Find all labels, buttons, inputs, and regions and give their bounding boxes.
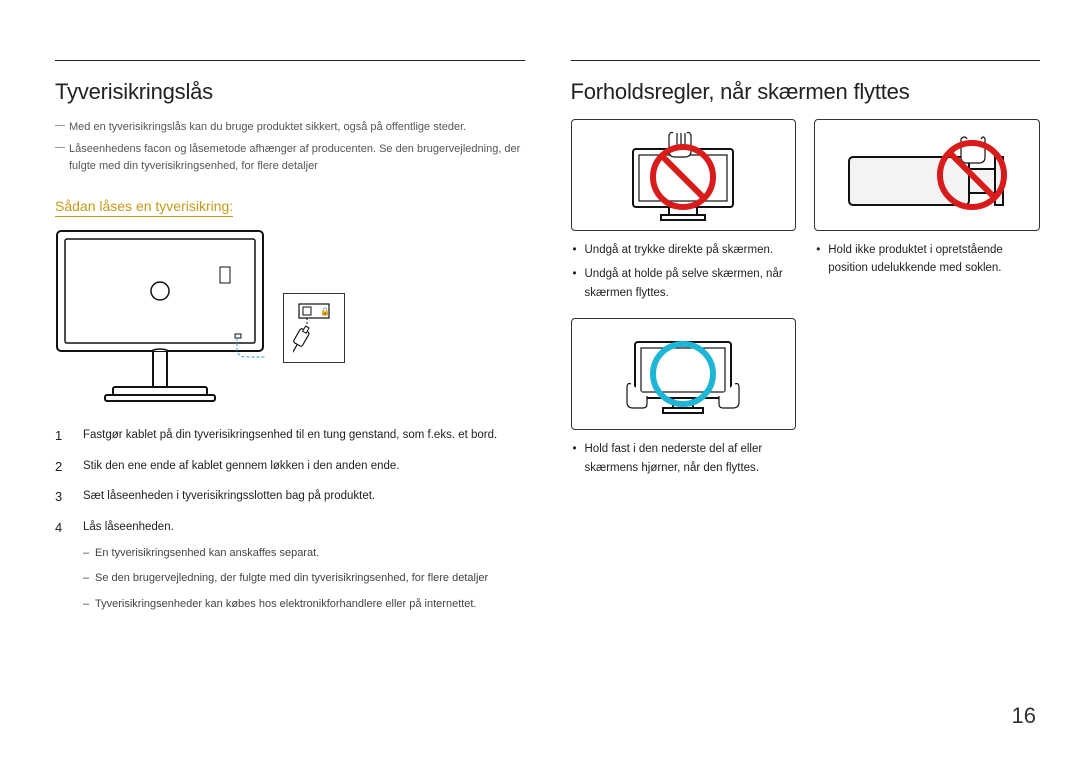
step-item: 3 Sæt låseenheden i tyverisikringsslotte… (55, 487, 525, 508)
precaution-row-1: Undgå at trykke direkte på skærmen. Undg… (571, 119, 1041, 308)
step-text: Sæt låseenheden i tyverisikringsslotten … (83, 487, 375, 508)
left-heading: Tyverisikringslås (55, 79, 525, 105)
step-number: 1 (55, 426, 67, 447)
steps-list: 1 Fastgør kablet på din tyverisikringsen… (55, 426, 525, 622)
sub-step: Se den brugervejledning, der fulgte med … (83, 570, 488, 588)
left-column: Tyverisikringslås Med en tyverisikringsl… (55, 60, 525, 631)
right-column: Forholdsregler, når skærmen flyttes (571, 60, 1041, 631)
two-column-layout: Tyverisikringslås Med en tyverisikringsl… (55, 60, 1040, 631)
step-number: 2 (55, 457, 67, 478)
bullet-list: Undgå at trykke direkte på skærmen. Undg… (571, 241, 797, 302)
step-item: 4 Lås låseenheden. En tyverisikringsenhe… (55, 518, 525, 621)
precaution-block: Undgå at trykke direkte på skærmen. Undg… (571, 119, 797, 308)
sub-steps-list: En tyverisikringsenhed kan anskaffes sep… (83, 545, 488, 614)
precaution-row-2: Hold fast i den nederste del af eller sk… (571, 318, 1041, 483)
bullet-item: Hold fast i den nederste del af eller sk… (571, 440, 797, 477)
step-number: 3 (55, 487, 67, 508)
step-text: Stik den ene ende af kablet gennem løkke… (83, 457, 399, 478)
intro-list: Med en tyverisikringslås kan du bruge pr… (55, 119, 525, 176)
lock-diagram-row: 🔒 (55, 229, 525, 404)
horizontal-rule (55, 60, 525, 61)
bullet-item: Hold ikke produktet i opretstående posit… (814, 241, 1040, 278)
hold-bottom-illustration (571, 318, 797, 430)
precaution-block-empty (814, 318, 1040, 483)
dont-press-screen-illustration (571, 119, 797, 231)
step-item: 1 Fastgør kablet på din tyverisikringsen… (55, 426, 525, 447)
monitor-rear-illustration (55, 229, 265, 404)
sub-step: En tyverisikringsenhed kan anskaffes sep… (83, 545, 488, 563)
step-text-block: Lås låseenheden. En tyverisikringsenhed … (83, 518, 488, 621)
dont-hold-stand-illustration (814, 119, 1040, 231)
precaution-block: Hold fast i den nederste del af eller sk… (571, 318, 797, 483)
bullet-item: Undgå at trykke direkte på skærmen. (571, 241, 797, 259)
precaution-block: Hold ikke produktet i opretstående posit… (814, 119, 1040, 308)
bullet-item: Undgå at holde på selve skærmen, når skæ… (571, 265, 797, 302)
bullet-list: Hold ikke produktet i opretstående posit… (814, 241, 1040, 278)
svg-text:🔒: 🔒 (320, 307, 330, 316)
step-text: Fastgør kablet på din tyverisikringsenhe… (83, 426, 497, 447)
intro-item: Låseenhedens facon og låsemetode afhænge… (55, 141, 525, 176)
page: Tyverisikringslås Med en tyverisikringsl… (0, 0, 1080, 763)
step-text: Lås låseenheden. (83, 521, 174, 533)
right-heading: Forholdsregler, når skærmen flyttes (571, 79, 1041, 105)
horizontal-rule (571, 60, 1041, 61)
bullet-list: Hold fast i den nederste del af eller sk… (571, 440, 797, 477)
step-item: 2 Stik den ene ende af kablet gennem løk… (55, 457, 525, 478)
lock-inset-illustration: 🔒 (283, 293, 345, 363)
sub-heading: Sådan låses en tyverisikring: (55, 198, 233, 217)
step-number: 4 (55, 518, 67, 621)
sub-step: Tyverisikringsenheder kan købes hos elek… (83, 596, 488, 614)
intro-item: Med en tyverisikringslås kan du bruge pr… (55, 119, 525, 137)
page-number: 16 (1012, 703, 1036, 729)
